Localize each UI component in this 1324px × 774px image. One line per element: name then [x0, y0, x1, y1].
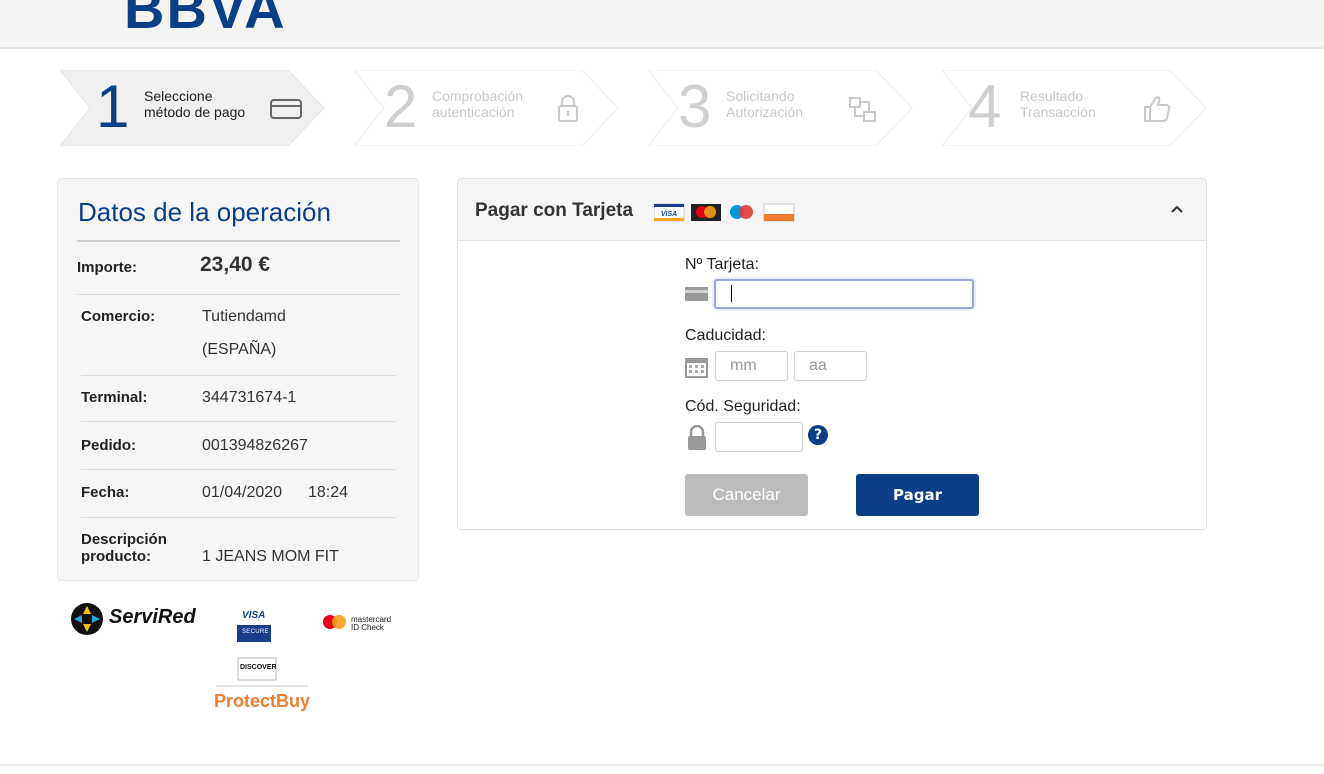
time-value: 18:24 [308, 484, 349, 501]
visa-secure-text: SECURE [242, 629, 269, 635]
card-small-icon [685, 287, 708, 301]
step-1: 1 Seleccione método de pago [60, 70, 326, 146]
servired-text: ServiRed [109, 606, 196, 628]
divider [77, 294, 400, 295]
step-1-number: 1 [96, 73, 130, 140]
step-4-number: 4 [968, 73, 1002, 140]
step-2-label-line1: Comprobación [432, 88, 524, 104]
expiry-label: Caducidad: [685, 327, 766, 344]
discover-text: DISCOVER [240, 664, 277, 671]
mastercard-id-check: ID Check [351, 623, 384, 632]
step-4-label: Resultado Transacción [1020, 88, 1096, 120]
divider [81, 469, 396, 470]
help-icon[interactable]: ? [808, 425, 828, 445]
cvv-input[interactable] [715, 422, 803, 452]
merchant-label: Comercio: [81, 308, 156, 325]
expiry-year-input[interactable]: aa [794, 351, 867, 381]
chevron-up-icon[interactable] [1170, 203, 1184, 215]
pay-panel-header[interactable]: Pagar con Tarjeta VISA [458, 179, 1206, 241]
step-3-label-line2: Autorización [726, 104, 804, 120]
card-number-input[interactable] [714, 279, 974, 309]
pay-button[interactable]: Pagar [856, 474, 979, 516]
order-label: Pedido: [81, 437, 136, 454]
divider [77, 240, 400, 242]
network-icon [849, 97, 876, 122]
top-bar: BBVA [0, 0, 1324, 49]
maestro-card-icon [730, 205, 753, 219]
description-label-line2: producto: [81, 548, 151, 565]
divider [81, 517, 396, 518]
order-value: 0013948z6267 [202, 437, 308, 454]
description-label-line1: Descripción [81, 531, 167, 548]
terminal-label: Terminal: [81, 389, 148, 406]
discover-logo [216, 657, 308, 687]
step-1-label-line1: Seleccione [144, 88, 213, 104]
pay-panel-title: Pagar con Tarjeta [475, 200, 634, 221]
divider [81, 375, 396, 376]
step-1-label-line2: método de pago [144, 104, 246, 120]
visa-text: VISA [242, 610, 266, 621]
discover-card-icon [763, 203, 795, 222]
servired-logo [71, 603, 103, 635]
step-3-number: 3 [678, 73, 712, 140]
step-4-label-line1: Resultado [1020, 88, 1084, 104]
visa-card-icon: VISA [654, 203, 685, 222]
bbva-logo: BBVA [124, 0, 287, 40]
thumbs-up-icon [1144, 96, 1171, 122]
lock-icon [558, 95, 578, 122]
step-3-label: Solicitando Autorización [726, 88, 803, 120]
step-2-number: 2 [384, 73, 418, 140]
card-brands: VISA [654, 203, 795, 222]
step-4: 4 Resultado Transacción [942, 70, 1208, 146]
mastercard-card-icon [691, 204, 721, 221]
operation-details-panel: Datos de la operación Importe: 23,40 € C… [57, 178, 419, 581]
text-cursor [731, 285, 732, 302]
operation-title: Datos de la operación [78, 197, 331, 227]
cvv-label: Cód. Seguridad: [685, 398, 801, 415]
mastercard-id-check-logo [323, 615, 346, 629]
date-value: 01/04/2020 [202, 484, 283, 501]
date-label: Fecha: [81, 484, 130, 501]
step-4-label-line2: Transacción [1020, 104, 1096, 120]
cancel-button[interactable]: Cancelar [685, 474, 808, 516]
description-value: 1 JEANS MOM FIT [202, 548, 339, 565]
divider [81, 421, 396, 422]
visa-card-text: VISA [661, 211, 677, 218]
pay-with-card-panel: Pagar con Tarjeta VISA Nº Tarjeta: Caduc… [457, 178, 1207, 530]
step-2: 2 Comprobación autenticación [354, 70, 620, 146]
credit-card-icon [270, 99, 302, 119]
padlock-icon [688, 425, 706, 450]
mastercard-text: mastercard ID Check [351, 616, 391, 632]
calendar-icon [685, 358, 708, 378]
card-number-label: Nº Tarjeta: [685, 256, 760, 273]
step-2-label: Comprobación autenticación [432, 88, 523, 120]
footer-divider [0, 764, 1324, 766]
progress-steps: 1 Seleccione método de pago 2 Comprobaci… [60, 70, 1210, 146]
step-1-label: Seleccione método de pago [144, 88, 245, 120]
terminal-value: 344731674-1 [202, 389, 297, 406]
protectbuy-text: ProtectBuy [214, 691, 311, 711]
step-2-label-line2: autenticación [432, 104, 515, 120]
merchant-country: (ESPAÑA) [202, 341, 277, 358]
merchant-name: Tutiendamd [202, 308, 286, 325]
amount-value: 23,40 € [200, 253, 271, 276]
expiry-month-input[interactable]: mm [715, 351, 788, 381]
amount-label: Importe: [77, 259, 137, 276]
description-label: Descripción producto: [81, 531, 167, 565]
step-3-label-line1: Solicitando [726, 88, 795, 104]
step-3: 3 Solicitando Autorización [648, 70, 914, 146]
